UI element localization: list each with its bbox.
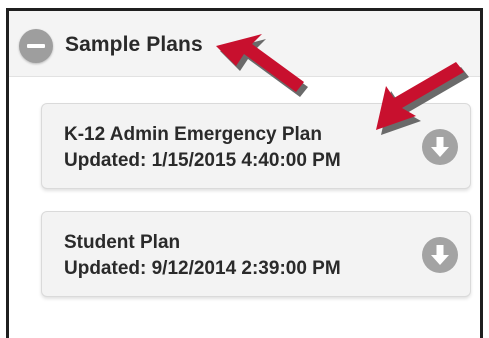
plan-card-k12-admin[interactable]: K-12 Admin Emergency Plan Updated: 1/15/…: [41, 103, 471, 189]
minus-circle-icon[interactable]: [19, 29, 53, 63]
section-title: Sample Plans: [65, 33, 203, 56]
plan-updated: Updated: 9/12/2014 2:39:00 PM: [64, 258, 341, 279]
download-arrow-icon[interactable]: [422, 129, 458, 165]
section-header[interactable]: Sample Plans: [9, 11, 480, 77]
plan-card-student[interactable]: Student Plan Updated: 9/12/2014 2:39:00 …: [41, 211, 471, 297]
sample-plans-panel: Sample Plans K-12 Admin Emergency Plan U…: [6, 8, 483, 338]
plan-updated: Updated: 1/15/2015 4:40:00 PM: [64, 150, 341, 171]
plan-name: Student Plan: [64, 232, 181, 253]
plan-name: K-12 Admin Emergency Plan: [64, 124, 322, 145]
download-arrow-icon[interactable]: [422, 237, 458, 273]
